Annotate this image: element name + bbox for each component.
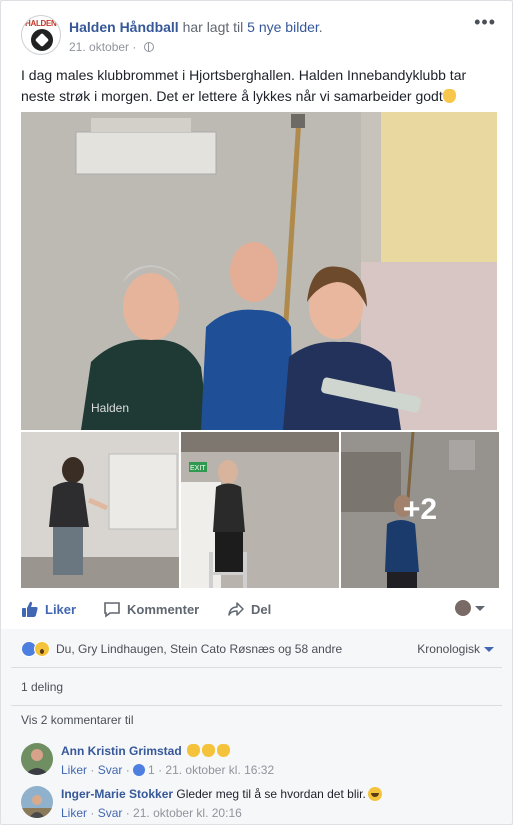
comment-like-link[interactable]: Liker: [61, 763, 87, 777]
commenter-name-link[interactable]: Inger-Marie Stokker: [61, 787, 173, 801]
exit-sign-text: EXIT: [190, 465, 206, 472]
globe-icon[interactable]: [143, 42, 154, 52]
view-more-comments-link[interactable]: Vis 2 kommentarer til: [21, 713, 133, 727]
post-photo-thumb-2[interactable]: EXIT: [181, 432, 339, 588]
handball-logo-icon: [31, 29, 53, 51]
more-options-icon[interactable]: •••: [474, 13, 496, 31]
reactions-summary[interactable]: Du, Gry Lindhaugen, Stein Cato Røsnæs og…: [21, 640, 342, 658]
share-button-label: Del: [251, 601, 272, 617]
post-author-line: Halden Håndball har lagt til 5 nye bilde…: [69, 18, 323, 36]
comment-like-count[interactable]: 1: [148, 763, 155, 777]
post-card: HALDEN Halden Håndball har lagt til 5 ny…: [0, 0, 513, 825]
comment-meta: Liker · Svar · 1 · 21. oktober kl. 16:32: [61, 763, 274, 777]
comment-bubble-icon: [104, 602, 120, 618]
post-meta: 21. oktober ·: [69, 39, 154, 55]
meta-dot: ·: [122, 806, 134, 820]
commenter-avatar[interactable]: [21, 786, 53, 818]
chevron-down-icon: [475, 605, 485, 611]
comment-button-label: Kommenter: [127, 601, 200, 617]
clapping-hands-emoji-icon: [187, 744, 201, 757]
photos-count-link[interactable]: 5 nye bilder: [247, 19, 319, 35]
comment-body: Ann Kristin Grimstad: [61, 743, 231, 759]
post-header: HALDEN Halden Håndball har lagt til 5 ny…: [21, 13, 496, 59]
shirt-text-left: Halden: [91, 401, 129, 415]
meta-dot: ·: [87, 806, 98, 820]
comment-timestamp[interactable]: 21. oktober kl. 20:16: [133, 806, 242, 820]
thumb-ladder-photo: EXIT: [181, 432, 339, 588]
sort-chevron-down-icon: [484, 646, 494, 652]
more-photos-overlay[interactable]: +2: [341, 432, 499, 588]
like-button[interactable]: Liker: [21, 597, 76, 621]
clapping-hands-emoji-icon: [202, 744, 216, 757]
reactions-summary-text: Du, Gry Lindhaugen, Stein Cato Røsnæs og…: [56, 642, 343, 656]
thumbs-up-icon: [22, 601, 38, 617]
clapping-hands-emoji-icon: [217, 744, 231, 757]
post-photo-thumb-1[interactable]: [21, 432, 179, 588]
commenter-avatar[interactable]: [21, 743, 53, 775]
share-button[interactable]: Del: [227, 597, 271, 621]
comment-like-link[interactable]: Liker: [61, 806, 87, 820]
thumb-painting-wall-photo: [21, 432, 179, 588]
comment-body: Inger-Marie Stokker Gleder meg til å se …: [61, 786, 382, 802]
meta-separator: ·: [129, 40, 140, 54]
post-body-text: I dag males klubbrommet i Hjortsberghall…: [21, 67, 467, 104]
comment-timestamp[interactable]: 21. oktober kl. 16:32: [165, 763, 274, 777]
avatar-photo: [21, 786, 53, 818]
shares-count-link[interactable]: 1 deling: [21, 680, 63, 694]
post-photo-main[interactable]: Halden: [21, 112, 497, 430]
post-text: I dag males klubbrommet i Hjortsberghall…: [21, 65, 501, 107]
share-arrow-icon: [228, 602, 244, 616]
comment-reply-link[interactable]: Svar: [98, 806, 123, 820]
painting-group-photo: Halden: [21, 112, 497, 430]
comment-button[interactable]: Kommenter: [103, 597, 199, 621]
reaction-identity-picker[interactable]: [455, 600, 485, 616]
more-photos-count: +2: [402, 493, 438, 526]
ok-hand-emoji-icon: [442, 89, 456, 103]
page-avatar[interactable]: HALDEN: [21, 15, 61, 55]
comment-sort-label: Kronologisk: [417, 642, 480, 656]
comment-text: Gleder meg til å se hvordan det blir.: [176, 787, 366, 801]
wow-reaction-icon: [34, 641, 50, 657]
laughing-emoji-icon: [367, 787, 382, 801]
post-action-end: .: [318, 19, 323, 35]
divider: [11, 667, 502, 668]
user-mini-avatar: [455, 600, 471, 616]
post-photo-thumb-3[interactable]: +2: [341, 432, 499, 588]
post-action-text: har lagt til: [178, 19, 248, 35]
comment-sort-dropdown[interactable]: Kronologisk: [417, 642, 494, 656]
page-logo-text: HALDEN: [25, 19, 57, 28]
comment-meta: Liker · Svar · 21. oktober kl. 20:16: [61, 806, 242, 820]
meta-dot: ·: [122, 763, 134, 777]
post-date-link[interactable]: 21. oktober: [69, 40, 129, 54]
comment-reply-link[interactable]: Svar: [98, 763, 123, 777]
avatar-photo: [21, 743, 53, 775]
like-count-icon: [133, 764, 146, 776]
meta-dot: ·: [154, 763, 166, 777]
post-actions-bar: Liker Kommenter Del: [21, 597, 497, 621]
meta-dot: ·: [87, 763, 98, 777]
divider: [11, 705, 502, 706]
commenter-name-link[interactable]: Ann Kristin Grimstad: [61, 744, 182, 758]
page-name-link[interactable]: Halden Håndball: [69, 19, 179, 35]
like-button-label: Liker: [45, 601, 77, 617]
